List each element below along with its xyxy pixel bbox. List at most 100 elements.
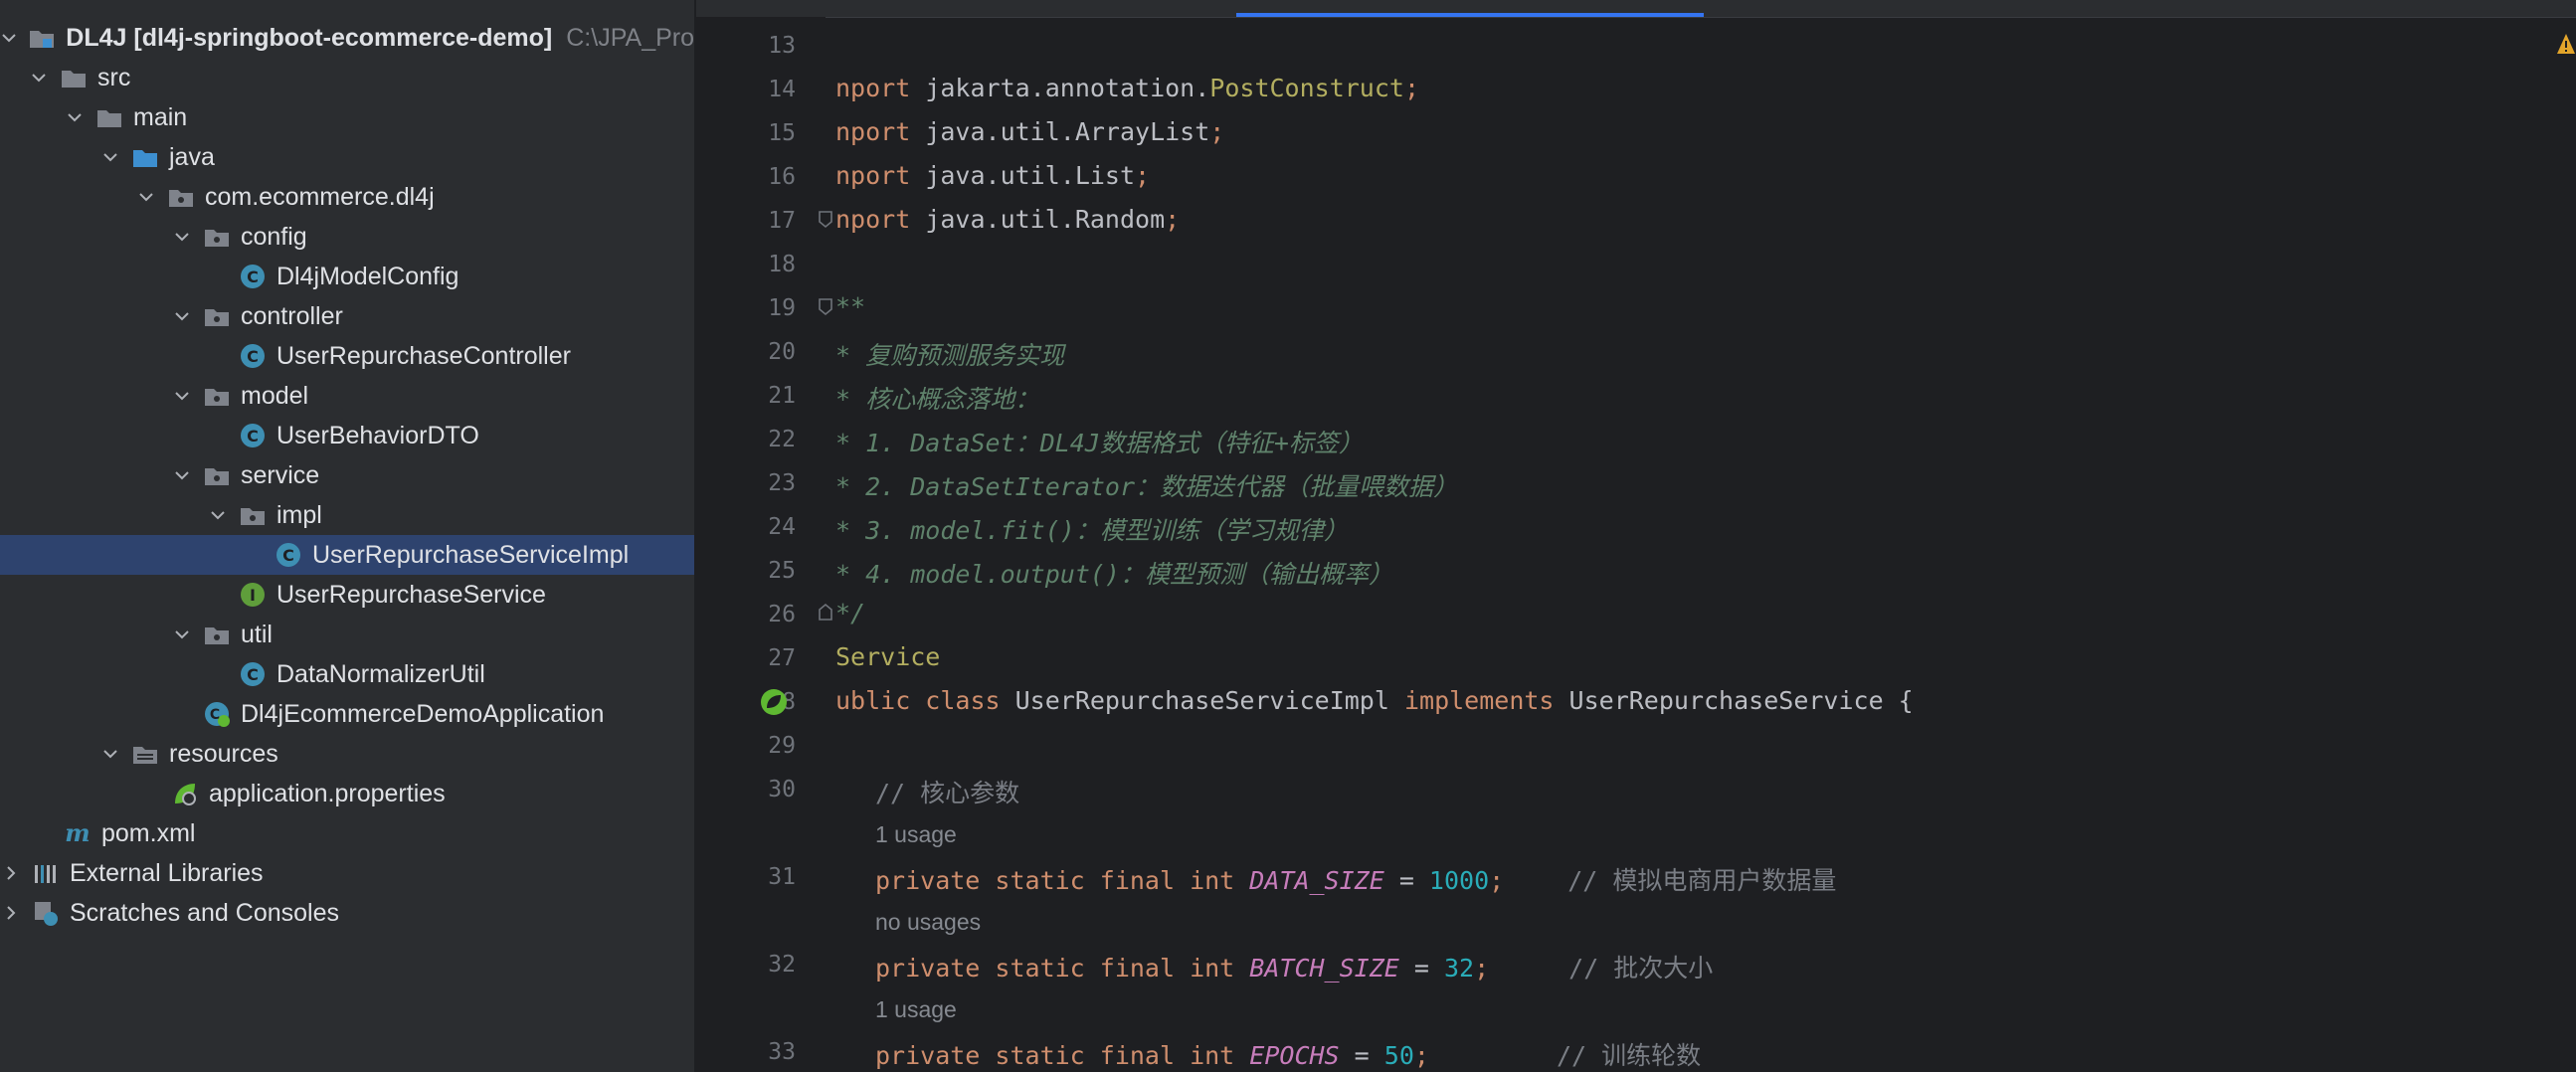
chevron-down-icon[interactable] — [171, 305, 193, 327]
project-toolbar — [0, 0, 694, 18]
code-line-23[interactable]: * 2. DataSetIterator：数据迭代器（批量喂数据） — [835, 467, 1458, 503]
source-folder-icon — [131, 143, 159, 171]
tree-item-scratches[interactable]: Scratches and Consoles — [0, 893, 694, 933]
tree-item-java[interactable]: java — [0, 137, 694, 177]
tree-item-dl4jmodelconfig[interactable]: C Dl4jModelConfig — [0, 257, 694, 296]
code-line-24[interactable]: * 3. model.fit()：模型训练（学习规律） — [835, 511, 1349, 547]
tree-item-main[interactable]: main — [0, 97, 694, 137]
code-line-28[interactable]: ublic class UserRepurchaseServiceImpl im… — [835, 686, 1914, 715]
code-line-32[interactable]: private static final int BATCH_SIZE = 32… — [875, 949, 1713, 984]
tree-label: pom.xml — [101, 818, 196, 847]
tree-item-external-libraries[interactable]: External Libraries — [0, 853, 694, 893]
svg-text:C: C — [247, 347, 259, 366]
line-number: 29 — [768, 733, 796, 759]
token-keyword: nport — [835, 161, 926, 190]
token-constant: BATCH_SIZE — [1249, 954, 1399, 983]
code-line-30[interactable]: // 核心参数 — [875, 774, 1019, 809]
code-line-16[interactable]: nport java.util.List; — [835, 161, 1150, 190]
chevron-down-icon[interactable] — [135, 186, 157, 208]
chevron-down-icon[interactable] — [64, 106, 86, 128]
resources-folder-icon — [131, 740, 159, 768]
package-icon — [203, 461, 231, 489]
token-keyword: private static final int — [875, 1041, 1250, 1070]
tree-label: impl — [276, 500, 322, 529]
active-editor-tab[interactable] — [1236, 0, 1704, 17]
line-number: 14 — [768, 77, 796, 102]
chevron-right-icon[interactable] — [0, 902, 22, 924]
fold-marker-icon[interactable] — [816, 209, 835, 229]
code-line-19[interactable]: ** — [835, 292, 865, 321]
folder-icon — [95, 103, 123, 131]
package-icon — [203, 302, 231, 330]
spring-properties-icon — [171, 780, 199, 807]
svg-text:m: m — [65, 819, 90, 847]
chevron-down-icon[interactable] — [99, 146, 121, 168]
tree-label: util — [241, 620, 273, 648]
code-line-26[interactable]: */ — [835, 599, 865, 627]
chevron-down-icon[interactable] — [171, 385, 193, 407]
chevron-down-icon[interactable] — [28, 67, 50, 89]
fold-marker-icon[interactable] — [816, 296, 835, 316]
chevron-down-icon[interactable] — [171, 624, 193, 645]
tree-item-pom[interactable]: m pom.xml — [0, 813, 694, 853]
tree-label: UserRepurchaseService — [276, 580, 546, 609]
line-number: 16 — [768, 164, 796, 190]
code-line-31[interactable]: private static final int DATA_SIZE = 100… — [875, 861, 1836, 897]
tree-item-datanormalizerutil[interactable]: C DataNormalizerUtil — [0, 654, 694, 694]
tree-item-application-properties[interactable]: application.properties — [0, 774, 694, 813]
tree-item-userrepurchasecontroller[interactable]: C UserRepurchaseController — [0, 336, 694, 376]
tree-item-package-root[interactable]: com.ecommerce.dl4j — [0, 177, 694, 217]
code-editor[interactable]: 13 14 15 16 17 18 19 20 21 22 23 24 25 2… — [696, 0, 2576, 1072]
line-number: 23 — [768, 470, 796, 496]
tree-item-userrepurchaseserviceimpl[interactable]: C UserRepurchaseServiceImpl — [0, 535, 694, 575]
tree-label: Scratches and Consoles — [70, 898, 339, 927]
code-line-15[interactable]: nport java.util.ArrayList; — [835, 117, 1224, 146]
tree-item-controller[interactable]: controller — [0, 296, 694, 336]
chevron-right-icon[interactable] — [0, 862, 22, 884]
line-number: 27 — [768, 645, 796, 671]
chevron-down-icon[interactable] — [207, 504, 229, 526]
token-comment: // 训练轮数 — [1556, 1041, 1702, 1070]
line-number: 30 — [768, 777, 796, 803]
tree-item-impl[interactable]: impl — [0, 495, 694, 535]
code-line-20[interactable]: * 复购预测服务实现 — [835, 336, 1064, 372]
token-class-name: UserRepurchaseServiceImpl — [1014, 686, 1404, 715]
fold-marker-icon[interactable] — [816, 603, 835, 623]
tree-item-userrepurchaseservice[interactable]: I UserRepurchaseService — [0, 575, 694, 615]
class-icon: C — [239, 660, 267, 688]
token-keyword: private static final int — [875, 866, 1250, 895]
tree-label: model — [241, 381, 309, 410]
token-semicolon: ; — [1135, 161, 1151, 190]
token-number: 32 — [1443, 954, 1475, 983]
tree-item-userbehaviordto[interactable]: C UserBehaviorDTO — [0, 416, 694, 455]
usage-hint[interactable]: 1 usage — [875, 996, 957, 1023]
chevron-down-icon[interactable] — [99, 743, 121, 765]
class-icon: C — [239, 342, 267, 370]
chevron-down-icon[interactable] — [171, 464, 193, 486]
tree-item-root[interactable]: DL4J [dl4j-springboot-ecommerce-demo] C:… — [0, 18, 694, 58]
code-line-14[interactable]: nport jakarta.annotation.PostConstruct; — [835, 74, 1419, 102]
spring-bean-icon[interactable] — [758, 686, 790, 718]
code-line-17[interactable]: nport java.util.Random; — [835, 205, 1180, 234]
code-line-27[interactable]: Service — [835, 642, 940, 671]
code-line-22[interactable]: * 1. DataSet：DL4J数据格式（特征+标签） — [835, 424, 1364, 459]
tree-item-service[interactable]: service — [0, 455, 694, 495]
token-keyword: nport — [835, 205, 926, 234]
scratches-icon — [32, 899, 60, 927]
code-line-33[interactable]: private static final int EPOCHS = 50; // … — [875, 1036, 1701, 1072]
tree-item-src[interactable]: src — [0, 58, 694, 97]
usage-hint[interactable]: 1 usage — [875, 821, 957, 848]
code-line-25[interactable]: * 4. model.output()：模型预测（输出概率） — [835, 555, 1393, 591]
chevron-down-icon[interactable] — [0, 27, 18, 49]
code-line-21[interactable]: * 核心概念落地： — [835, 380, 1039, 416]
token-semicolon: ; — [1209, 117, 1225, 146]
tree-item-model[interactable]: model — [0, 376, 694, 416]
tree-item-util[interactable]: util — [0, 615, 694, 654]
tree-item-application-class[interactable]: C Dl4jEcommerceDemoApplication — [0, 694, 694, 734]
tree-item-config[interactable]: config — [0, 217, 694, 257]
tree-item-resources[interactable]: resources — [0, 734, 694, 774]
usage-hint[interactable]: no usages — [875, 909, 981, 936]
warning-icon[interactable] — [2556, 32, 2576, 56]
chevron-down-icon[interactable] — [171, 226, 193, 248]
svg-text:C: C — [210, 707, 220, 723]
